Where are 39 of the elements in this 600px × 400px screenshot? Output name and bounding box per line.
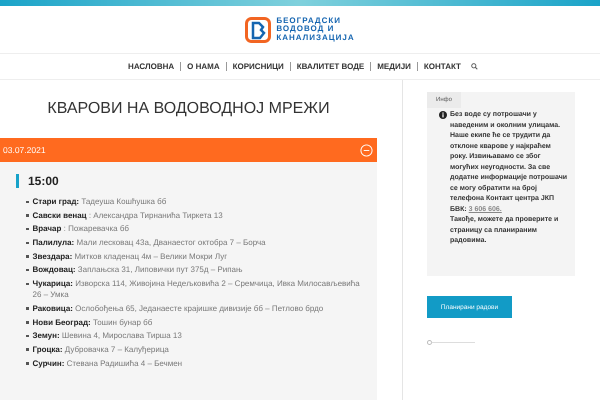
bullet-icon bbox=[26, 307, 28, 310]
outage-entry: Чукарица: Изворска 114, Живојина Недељковића 2 – Сремчица, Ивка Милосављевића 26 – Умка bbox=[32, 278, 361, 300]
logo-icon bbox=[245, 16, 272, 42]
slider-control[interactable] bbox=[427, 340, 475, 345]
outage-entry: Савски венац : Александра Тирнанића Тиркета 13 bbox=[32, 210, 223, 221]
bullet-icon bbox=[26, 334, 28, 338]
bullet-icon bbox=[26, 268, 28, 272]
nav-link[interactable]: КОНТАКТ bbox=[416, 62, 467, 71]
nav-link[interactable]: КВАЛИТЕТ ВОДЕ bbox=[290, 62, 370, 71]
minus-circle-icon[interactable] bbox=[360, 144, 373, 156]
outage-entry: Сурчин: Стевана Радишића 4 – Бечмен bbox=[32, 358, 182, 369]
bullet-icon bbox=[26, 214, 28, 217]
bullet-icon bbox=[26, 200, 28, 203]
outage-entry: Звездара: Митков кладенац 4м – Велики Мокри Луг bbox=[32, 250, 228, 262]
bullet-icon bbox=[26, 362, 28, 365]
outage-entry: Земун: Шевина 4, Мирослава Тирша 13 bbox=[32, 330, 182, 342]
bullet-icon bbox=[26, 321, 28, 324]
bullet-icon bbox=[26, 348, 28, 351]
outage-entry: Стари град: Тадеуша Кошћушка бб bbox=[32, 196, 166, 207]
bullet-icon bbox=[26, 228, 28, 230]
time-heading: 15:00 bbox=[16, 174, 377, 188]
nav-link[interactable]: О НАМА bbox=[180, 62, 226, 71]
outage-entry: Гроцка: Дубровачка 7 – Калуђерица bbox=[32, 344, 169, 355]
bullet-icon bbox=[26, 255, 28, 258]
outage-entry: Раковица: Ослобођења 65, Једанаесте крајишке дивизије бб – Петлово брдо bbox=[32, 302, 324, 314]
search-icon[interactable] bbox=[470, 63, 478, 70]
outage-entry: Вождовац: Заплањска 31, Липовички пут 375д – Рипањ bbox=[32, 264, 242, 276]
outage-entry: Врачар : Пожаревачка бб bbox=[32, 223, 130, 234]
bullet-icon bbox=[26, 282, 28, 286]
outage-entry: Нови Београд: Тошин бунар бб bbox=[32, 316, 152, 328]
page-title: КВАРОВИ НА ВОДОВОДНОЈ МРЕЖИ bbox=[46, 100, 331, 119]
outage-entry: Палилула: Мали лесковац 43а, Дванаестог октобра 7 – Борча bbox=[32, 237, 266, 248]
nav-link[interactable]: КОРИСНИЦИ bbox=[226, 62, 290, 71]
nav-link[interactable]: МЕДИЈИ bbox=[370, 62, 417, 71]
nav-link[interactable]: НАСЛОВНА bbox=[122, 62, 180, 71]
bullet-icon bbox=[26, 242, 28, 244]
info-icon bbox=[439, 111, 447, 119]
logo-text: БЕОГРАДСКИ ВОДОВОД И КАНАЛИЗАЦИЈА bbox=[276, 16, 355, 42]
date-label: 03.07.2021 bbox=[3, 145, 46, 155]
